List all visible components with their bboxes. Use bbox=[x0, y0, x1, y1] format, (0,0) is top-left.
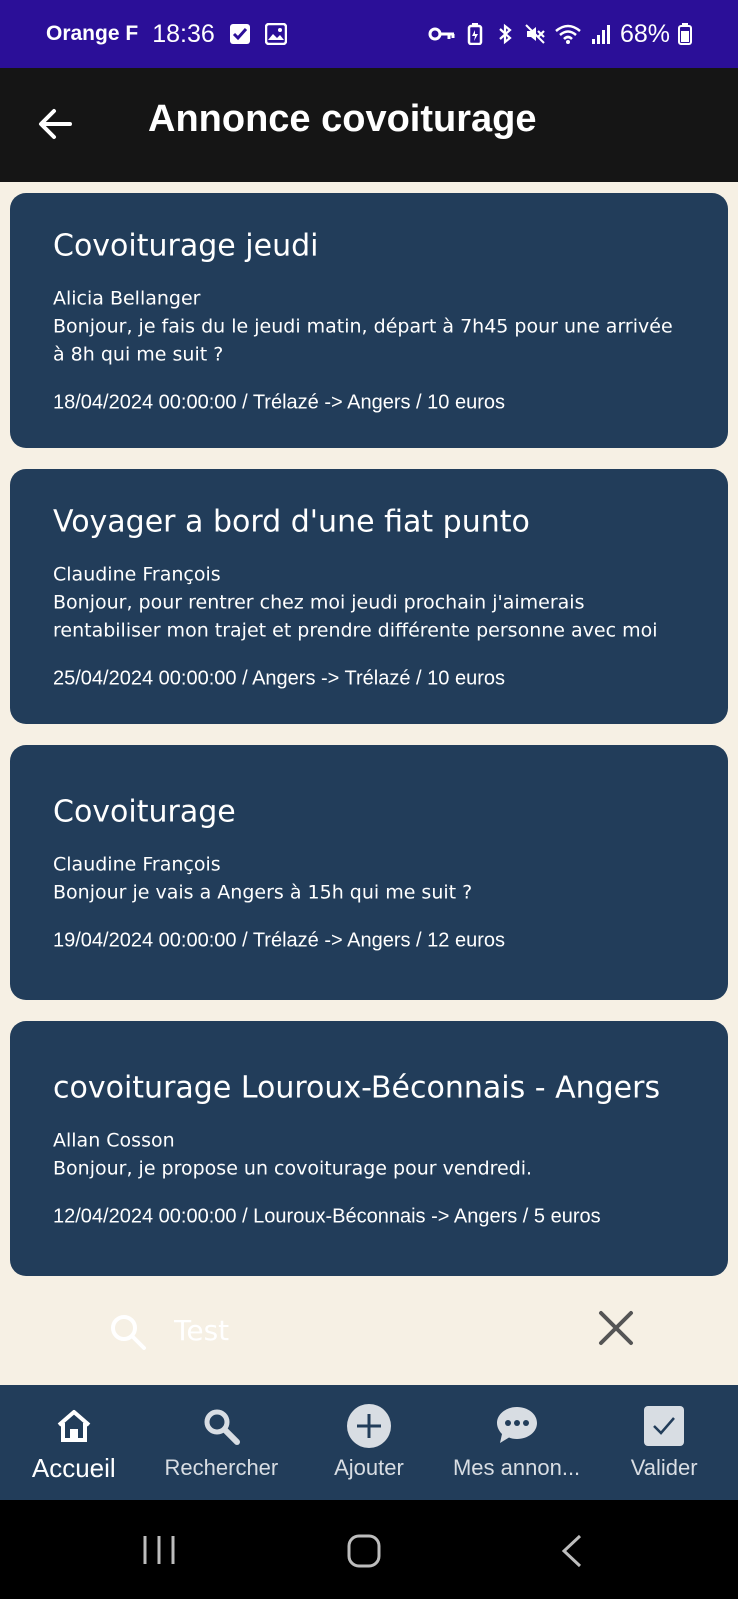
listing-title: Covoiturage bbox=[53, 794, 236, 829]
system-navigation-bar bbox=[0, 1500, 738, 1599]
status-time: 18:36 bbox=[152, 19, 215, 48]
nav-item-accueil[interactable]: Accueil bbox=[0, 1385, 148, 1500]
listing-title: Voyager a bord d'une fiat punto bbox=[53, 504, 530, 539]
add-icon bbox=[346, 1403, 392, 1449]
listing-card[interactable]: Voyager a bord d'une fiat punto Claudine… bbox=[10, 469, 728, 724]
listing-description: Bonjour je vais a Angers à 15h qui me su… bbox=[53, 881, 473, 903]
search-input[interactable] bbox=[174, 1308, 554, 1352]
wifi-icon bbox=[554, 23, 582, 45]
battery-saver-icon bbox=[464, 23, 486, 45]
nav-label: Ajouter bbox=[334, 1455, 404, 1480]
battery-percentage: 68% bbox=[619, 19, 670, 48]
listing-description: Bonjour, je fais du le jeudi matin, dépa… bbox=[53, 315, 673, 365]
battery-icon bbox=[678, 23, 692, 45]
nav-label: Valider bbox=[630, 1455, 698, 1480]
listing-title: covoiturage Louroux-Béconnais - Angers bbox=[53, 1070, 661, 1105]
listing-list: Covoiturage jeudi Alicia Bellanger Bonjo… bbox=[10, 193, 728, 1297]
nav-item-ajouter[interactable]: Ajouter bbox=[295, 1385, 443, 1500]
listing-card[interactable]: Covoiturage Claudine François Bonjour je… bbox=[10, 745, 728, 1000]
home-button-icon[interactable] bbox=[347, 1534, 381, 1572]
nav-item-rechercher[interactable]: Rechercher bbox=[148, 1385, 296, 1500]
search-bar bbox=[0, 1290, 738, 1382]
nav-label: Mes annon... bbox=[452, 1455, 581, 1480]
listing-meta: 18/04/2024 00:00:00 / Trélazé -> Angers … bbox=[53, 391, 505, 413]
listing-author: Claudine François bbox=[53, 563, 221, 585]
listing-description: Bonjour, pour rentrer chez moi jeudi pro… bbox=[53, 591, 658, 641]
check-notification-icon bbox=[229, 23, 251, 45]
chat-icon bbox=[494, 1403, 540, 1449]
listing-meta: 25/04/2024 00:00:00 / Angers -> Trélazé … bbox=[53, 667, 505, 689]
status-left: Orange F 18:36 bbox=[46, 20, 287, 49]
system-back-icon[interactable] bbox=[560, 1534, 584, 1572]
mute-icon bbox=[524, 23, 546, 45]
listing-author: Allan Cosson bbox=[53, 1129, 175, 1151]
bottom-navigation: Accueil Rechercher Ajouter Mes annon... … bbox=[0, 1385, 738, 1500]
recent-apps-icon[interactable] bbox=[142, 1534, 176, 1570]
listing-card[interactable]: covoiturage Louroux-Béconnais - Angers A… bbox=[10, 1021, 728, 1276]
vpn-key-icon bbox=[428, 23, 456, 45]
nav-item-valider[interactable]: Valider bbox=[590, 1385, 738, 1500]
signal-icon bbox=[590, 23, 612, 45]
image-notification-icon bbox=[264, 23, 287, 45]
nav-item-mes-annonces[interactable]: Mes annon... bbox=[443, 1385, 591, 1500]
checkbox-icon bbox=[641, 1403, 687, 1449]
search-icon bbox=[108, 1312, 148, 1352]
nav-label: Rechercher bbox=[164, 1455, 279, 1480]
listing-card[interactable]: Covoiturage jeudi Alicia Bellanger Bonjo… bbox=[10, 193, 728, 448]
page-title: Annonce covoiturage bbox=[148, 98, 537, 140]
nav-label: Accueil bbox=[31, 1453, 116, 1483]
app-bar: Annonce covoiturage bbox=[0, 68, 738, 182]
close-icon[interactable] bbox=[598, 1310, 634, 1346]
listing-description: Bonjour, je propose un covoiturage pour … bbox=[53, 1157, 533, 1179]
listing-meta: 12/04/2024 00:00:00 / Louroux-Béconnais … bbox=[53, 1205, 601, 1227]
carrier-name: Orange F bbox=[46, 22, 139, 45]
search-icon bbox=[198, 1403, 244, 1449]
status-bar: Orange F 18:36 68% bbox=[0, 0, 738, 68]
back-arrow-icon[interactable] bbox=[36, 104, 76, 144]
bluetooth-icon bbox=[494, 23, 516, 45]
listing-meta: 19/04/2024 00:00:00 / Trélazé -> Angers … bbox=[53, 929, 505, 951]
home-icon bbox=[51, 1403, 97, 1449]
listing-title: Covoiturage jeudi bbox=[53, 228, 319, 263]
status-right: 68% bbox=[428, 20, 692, 49]
listing-author: Claudine François bbox=[53, 853, 221, 875]
listing-author: Alicia Bellanger bbox=[53, 287, 201, 309]
